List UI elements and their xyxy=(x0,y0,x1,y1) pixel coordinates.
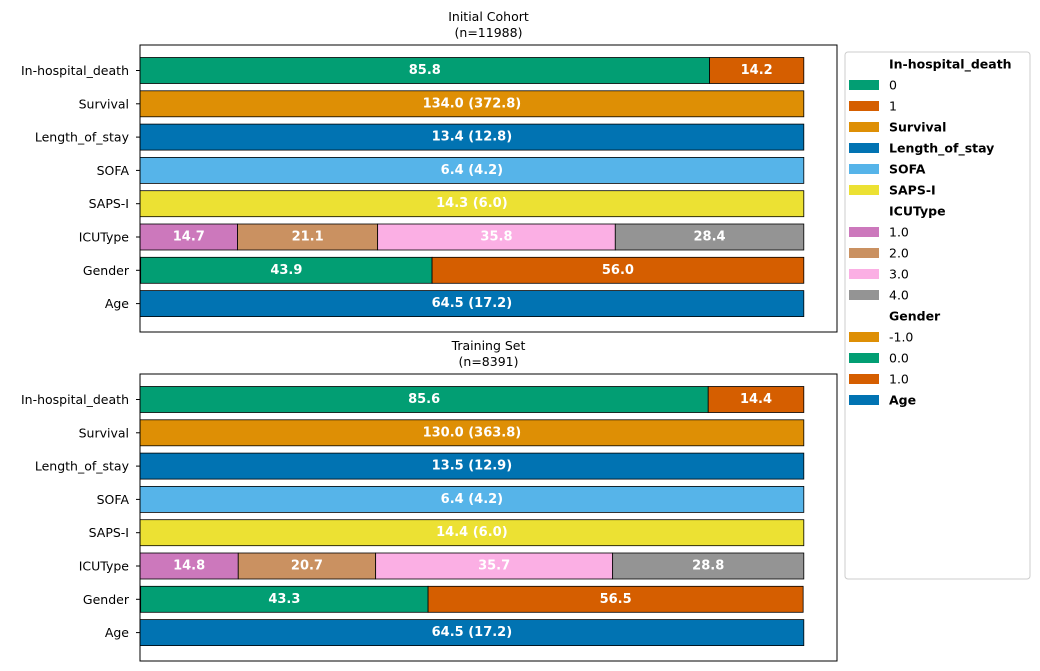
bar-value-label: 14.8 xyxy=(173,559,205,574)
bar-value-label: 64.5 (17.2) xyxy=(432,296,513,311)
bar-value-label: 35.8 xyxy=(480,230,512,245)
figure-canvas: Initial Cohort(n=11988) In-hospital_death… xyxy=(21,9,1031,662)
legend-swatch xyxy=(849,185,879,195)
y-tick-label: ICUType xyxy=(79,230,130,245)
legend-swatch xyxy=(849,290,879,300)
legend-swatch xyxy=(849,248,879,258)
bar-value-label: 14.4 (6.0) xyxy=(436,525,508,540)
bar-value-label: 6.4 (4.2) xyxy=(441,163,503,178)
bar-value-label: 43.3 xyxy=(268,592,300,607)
legend-item-label: 4.0 xyxy=(889,288,909,303)
legend-item-label: -1.0 xyxy=(889,330,913,345)
legend-swatch xyxy=(849,227,879,237)
bar-value-label: 85.6 xyxy=(408,392,440,407)
axes-frame xyxy=(139,44,838,333)
bar-value-label: 14.7 xyxy=(173,230,205,245)
bar-value-label: 28.4 xyxy=(694,230,726,245)
legend-swatch xyxy=(849,269,879,279)
legend-swatch xyxy=(849,332,879,342)
legend-item-label: 1 xyxy=(889,99,897,114)
legend-item-label: 0 xyxy=(889,78,897,93)
legend-group-title: In-hospital_death xyxy=(889,57,1012,73)
bar-value-label: 56.5 xyxy=(600,592,632,607)
bar-value-label: 14.4 xyxy=(740,392,772,407)
panel-title-line: Initial Cohort xyxy=(448,9,529,24)
legend-group-title: ICUType xyxy=(889,204,946,219)
y-tick-label: In-hospital_death xyxy=(21,392,129,407)
y-tick-label: Age xyxy=(105,296,129,311)
bar-value-label: 14.2 xyxy=(741,63,773,78)
legend-swatch xyxy=(849,374,879,384)
legend-swatch xyxy=(849,353,879,363)
bar-value-label: 85.8 xyxy=(409,63,441,78)
chart-panel-2: Training Set(n=8391) In-hospital_death 85.… xyxy=(21,338,838,662)
y-tick-label: Survival xyxy=(79,96,129,111)
bar-value-label: 134.0 (372.8) xyxy=(423,96,522,111)
legend-item-label: 3.0 xyxy=(889,267,909,282)
legend: In-hospital_death 0 1 Survival Length_of_sta… xyxy=(844,51,1031,580)
legend-item-label: 0.0 xyxy=(889,351,909,366)
legend-swatch xyxy=(849,164,879,174)
panel-title-line: (n=8391) xyxy=(459,354,519,369)
y-tick-label: In-hospital_death xyxy=(21,63,129,78)
legend-swatch xyxy=(849,122,879,132)
legend-swatch xyxy=(849,80,879,90)
y-tick-label: SAPS-I xyxy=(89,196,129,211)
legend-item-label: 1.0 xyxy=(889,225,909,240)
panel-title-line: (n=11988) xyxy=(455,25,523,40)
legend-group-title: Length_of_stay xyxy=(889,141,994,157)
legend-item-label: 1.0 xyxy=(889,372,909,387)
bar-value-label: 20.7 xyxy=(291,559,323,574)
legend-swatch xyxy=(849,143,879,153)
legend-group-title: SOFA xyxy=(889,162,926,177)
bar-value-label: 13.4 (12.8) xyxy=(432,130,513,145)
bar-value-label: 28.8 xyxy=(692,559,724,574)
y-tick-label: ICUType xyxy=(79,559,130,574)
y-tick-label: Length_of_stay xyxy=(35,459,130,474)
chart-panels: Initial Cohort(n=11988) In-hospital_death… xyxy=(21,9,838,662)
y-tick-label: Gender xyxy=(83,592,130,607)
panel-title-line: Training Set xyxy=(451,338,526,353)
legend-swatch xyxy=(849,101,879,111)
axes-frame xyxy=(139,373,838,662)
bar-value-label: 56.0 xyxy=(602,263,634,278)
bar-value-label: 64.5 (17.2) xyxy=(432,625,513,640)
y-tick-label: Age xyxy=(105,625,129,640)
legend-group-title: Age xyxy=(889,393,916,408)
bar-value-label: 6.4 (4.2) xyxy=(441,492,503,507)
y-tick-label: Survival xyxy=(79,425,129,440)
bar-value-label: 43.9 xyxy=(270,263,302,278)
y-tick-label: SOFA xyxy=(97,492,130,507)
legend-group-title: Gender xyxy=(889,309,941,324)
legend-group-title: SAPS-I xyxy=(889,183,936,198)
legend-item-label: 2.0 xyxy=(889,246,909,261)
y-tick-label: SOFA xyxy=(97,163,130,178)
bar-value-label: 21.1 xyxy=(292,230,324,245)
bar-value-label: 130.0 (363.8) xyxy=(423,425,522,440)
y-tick-label: Gender xyxy=(83,263,130,278)
y-tick-label: Length_of_stay xyxy=(35,130,130,145)
bar-value-label: 35.7 xyxy=(478,559,510,574)
y-tick-label: SAPS-I xyxy=(89,525,129,540)
legend-swatch xyxy=(849,395,879,405)
bar-value-label: 14.3 (6.0) xyxy=(436,196,508,211)
legend-group-title: Survival xyxy=(889,120,946,135)
chart-panel-1: Initial Cohort(n=11988) In-hospital_death… xyxy=(21,9,838,333)
bar-value-label: 13.5 (12.9) xyxy=(432,459,513,474)
